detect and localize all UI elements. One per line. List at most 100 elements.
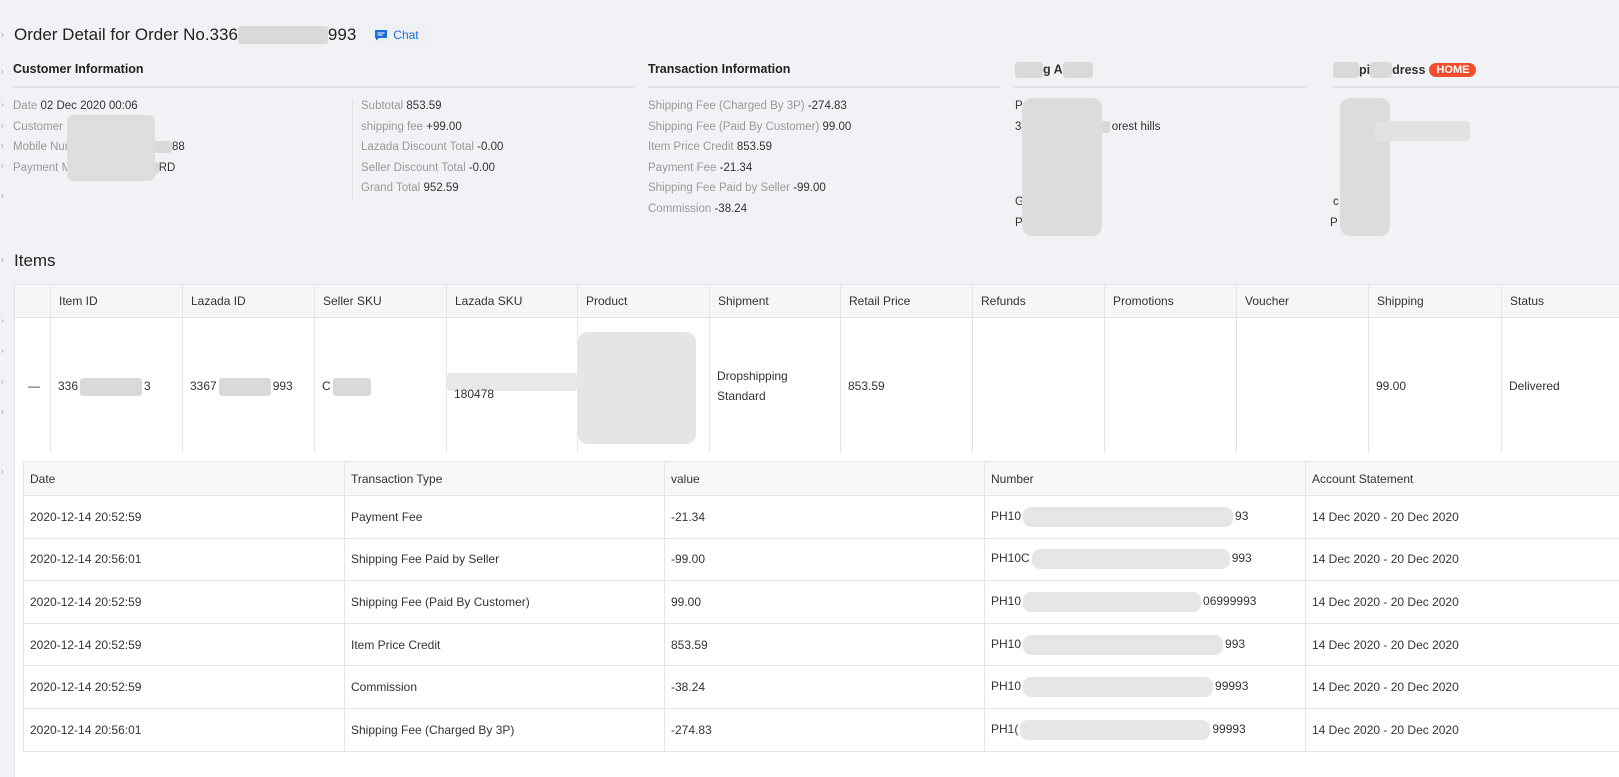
item-transactions-panel: Date Transaction Type value Number Accou…	[14, 453, 1619, 777]
date-cell: 2020-12-14 20:56:01	[23, 707, 345, 752]
transaction-row: Shipping Fee Paid by Seller -99.00	[648, 182, 826, 194]
col-header: Shipping	[1368, 284, 1502, 318]
refunds-cell	[972, 317, 1105, 455]
voucher-cell	[1236, 317, 1369, 455]
divider	[648, 86, 1000, 88]
gutter-marker: ›	[1, 100, 4, 109]
gutter-marker: ›	[1, 316, 4, 325]
transaction-row: Commission -38.24	[648, 203, 748, 215]
col-header: Lazada SKU	[446, 284, 578, 318]
value-cell: 853.59	[664, 622, 985, 667]
col-header: Transaction Type	[344, 461, 665, 496]
col-header	[14, 284, 51, 318]
shipping-line-4: P	[1330, 217, 1338, 229]
redacted-shipping-block	[1340, 98, 1390, 236]
lazada-discount: Lazada Discount Total -0.00	[361, 141, 504, 153]
col-header: Lazada ID	[182, 284, 315, 318]
col-header: Voucher	[1236, 284, 1369, 318]
chat-icon	[375, 30, 388, 41]
date-cell: 2020-12-14 20:56:01	[23, 537, 345, 582]
table-row: 2020-12-14 20:56:01 Shipping Fee Paid by…	[23, 537, 1619, 582]
transaction-info-title: Transaction Information	[648, 62, 791, 76]
billing-address-title: g A	[1015, 62, 1093, 78]
type-cell: Shipping Fee Paid by Seller	[344, 537, 665, 582]
order-date: Date 02 Dec 2020 00:06	[13, 100, 138, 112]
divider	[1015, 86, 1305, 88]
shipping-fee: shipping fee +99.00	[361, 121, 462, 133]
gutter-marker: ›	[1, 407, 4, 416]
table-row: 2020-12-14 20:52:59 Item Price Credit 85…	[23, 622, 1619, 667]
date-cell: 2020-12-14 20:52:59	[23, 495, 345, 539]
order-detail-page: › › › › › › › › › › › › › Order Detail f…	[0, 3, 1619, 777]
chat-button[interactable]: Chat	[368, 23, 429, 47]
number-cell: PH10 06999993	[984, 580, 1306, 624]
statement-cell: 14 Dec 2020 - 20 Dec 2020	[1305, 537, 1619, 582]
gutter-marker: ›	[1, 467, 4, 476]
col-header: Seller SKU	[314, 284, 447, 318]
statement-cell: 14 Dec 2020 - 20 Dec 2020	[1305, 707, 1619, 752]
table-row: 2020-12-14 20:52:59 Shipping Fee (Paid B…	[23, 580, 1619, 624]
number-cell: PH1(99993	[984, 707, 1306, 752]
statement-cell: 14 Dec 2020 - 20 Dec 2020	[1305, 665, 1619, 709]
transactions-table: Date Transaction Type value Number Accou…	[23, 461, 1619, 752]
table-row: 2020-12-14 20:52:59 Commission -38.24 PH…	[23, 665, 1619, 709]
col-header: Refunds	[972, 284, 1105, 318]
col-header: Retail Price	[840, 284, 973, 318]
divider	[13, 86, 633, 88]
seller-sku-cell: C	[314, 317, 447, 455]
table-row: 2020-12-14 20:56:01 Shipping Fee (Charge…	[23, 707, 1619, 752]
subtotal: Subtotal 853.59	[361, 100, 442, 112]
value-cell: -274.83	[664, 707, 985, 752]
statement-cell: 14 Dec 2020 - 20 Dec 2020	[1305, 495, 1619, 539]
col-header: Item ID	[50, 284, 183, 318]
gutter-marker: ›	[1, 161, 4, 170]
divider	[1333, 86, 1619, 88]
collapse-toggle[interactable]: —	[14, 317, 51, 455]
redacted-order-number	[237, 26, 328, 44]
divider	[352, 99, 353, 201]
gutter-marker: ›	[1, 30, 4, 39]
col-header: Product	[577, 284, 710, 318]
gutter-marker: ›	[1, 67, 4, 76]
lazada-id-cell: 3367 993	[182, 317, 315, 455]
value-cell: -21.34	[664, 495, 985, 539]
col-header: Shipment	[709, 284, 841, 318]
statement-cell: 14 Dec 2020 - 20 Dec 2020	[1305, 580, 1619, 624]
table-row: — 336 3 3367 993 C 180478 Dropshipping Stan…	[14, 317, 1619, 455]
gutter-marker: ›	[1, 121, 4, 130]
transaction-row: Item Price Credit 853.59	[648, 141, 773, 153]
type-cell: Shipping Fee (Paid By Customer)	[344, 580, 665, 624]
transaction-row: Shipping Fee (Paid By Customer) 99.00	[648, 121, 852, 133]
order-number-prefix: Order Detail for Order No.336	[14, 25, 238, 44]
redacted-product	[578, 332, 696, 444]
items-header-row: Item ID Lazada ID Seller SKU Lazada SKU …	[14, 284, 1619, 318]
number-cell: PH10 993	[984, 622, 1306, 667]
col-header: value	[664, 461, 985, 496]
gutter-marker: ›	[1, 141, 4, 150]
redacted-shipping-line	[1375, 121, 1470, 141]
redacted-customer-block	[67, 115, 155, 181]
number-cell: PH10 93	[984, 495, 1306, 539]
table-row: 2020-12-14 20:52:59 Payment Fee -21.34 P…	[23, 495, 1619, 539]
transaction-row: Shipping Fee (Charged By 3P) -274.83	[648, 100, 847, 112]
shipping-address-title: pi dress HOME	[1333, 62, 1477, 78]
redacted-billing-block	[1022, 98, 1102, 236]
gutter-marker: ›	[1, 191, 4, 200]
date-cell: 2020-12-14 20:52:59	[23, 580, 345, 624]
statement-cell: 14 Dec 2020 - 20 Dec 2020	[1305, 622, 1619, 667]
retail-price-cell: 853.59	[840, 317, 973, 455]
value-cell: -38.24	[664, 665, 985, 709]
col-header: Number	[984, 461, 1306, 496]
type-cell: Shipping Fee (Charged By 3P)	[344, 707, 665, 752]
shipping-cell: 99.00	[1368, 317, 1502, 455]
items-title: Items	[14, 251, 56, 270]
chat-label: Chat	[393, 28, 419, 42]
order-number-suffix: 993	[327, 25, 357, 44]
col-header: Promotions	[1104, 284, 1237, 318]
transactions-header-row: Date Transaction Type value Number Accou…	[23, 461, 1619, 496]
product-cell	[577, 317, 710, 455]
seller-discount: Seller Discount Total -0.00	[361, 162, 496, 174]
date-cell: 2020-12-14 20:52:59	[23, 622, 345, 667]
type-cell: Commission	[344, 665, 665, 709]
gutter-marker: ›	[1, 346, 4, 355]
